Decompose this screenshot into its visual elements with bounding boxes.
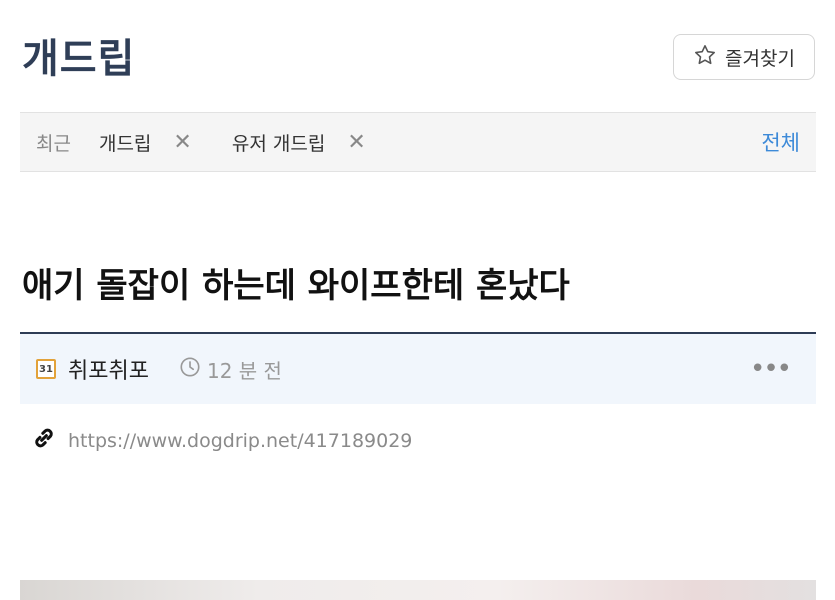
post-meta-row: 31 취포취포 12 분 전 ••• bbox=[20, 334, 816, 404]
star-outline-icon bbox=[693, 43, 717, 72]
close-icon[interactable]: ✕ bbox=[347, 130, 365, 155]
view-all-link[interactable]: 전체 bbox=[761, 127, 800, 157]
post-time-text: 12 분 전 bbox=[206, 358, 282, 383]
favorite-label: 즐겨찾기 bbox=[725, 47, 795, 70]
clock-icon bbox=[179, 356, 201, 383]
more-options-icon[interactable]: ••• bbox=[750, 354, 792, 384]
recent-boards-bar: 최근 개드립 ✕ 유저 개드립 ✕ 전체 bbox=[20, 112, 816, 172]
close-icon[interactable]: ✕ bbox=[173, 130, 191, 155]
post-link[interactable]: https://www.dogdrip.net/417189029 bbox=[30, 424, 412, 457]
post-title: 애기 돌잡이 하는데 와이프한테 혼났다 bbox=[22, 266, 570, 306]
board-title[interactable]: 개드립 bbox=[22, 26, 135, 84]
recent-chip-label[interactable]: 유저 개드립 bbox=[232, 129, 325, 156]
link-icon bbox=[30, 424, 58, 457]
author-name[interactable]: 취포취포 bbox=[68, 353, 149, 385]
post-url[interactable]: https://www.dogdrip.net/417189029 bbox=[68, 430, 412, 452]
post-image-preview bbox=[20, 580, 816, 600]
recent-chip[interactable]: 유저 개드립 ✕ bbox=[232, 129, 366, 156]
recent-chip-label[interactable]: 개드립 bbox=[99, 129, 151, 156]
user-level-badge: 31 bbox=[36, 359, 56, 379]
favorite-button[interactable]: 즐겨찾기 bbox=[673, 34, 815, 80]
recent-label: 최근 bbox=[36, 132, 71, 155]
post-time: 12 분 전 bbox=[179, 355, 282, 384]
recent-chip[interactable]: 개드립 ✕ bbox=[99, 129, 192, 156]
